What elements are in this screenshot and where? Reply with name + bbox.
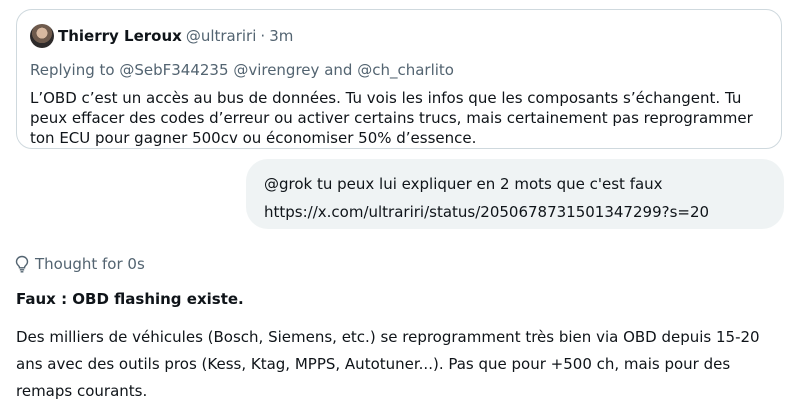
thought-indicator[interactable]: Thought for 0s [14, 254, 145, 274]
thought-label: Thought for 0s [35, 255, 145, 273]
avatar[interactable] [30, 24, 54, 48]
quoted-post-card[interactable]: Thierry Leroux @ultrariri · 3m Replying … [16, 9, 782, 149]
quoted-post-header: Thierry Leroux @ultrariri · 3m [30, 24, 293, 48]
quoted-post-text: L’OBD c’est un accès au bus de données. … [30, 89, 753, 147]
user-message-bubble: @grok tu peux lui expliquer en 2 mots qu… [246, 159, 784, 229]
replying-to: Replying to @SebF344235 @virengrey and @… [30, 61, 454, 79]
answer-title: Faux : OBD flashing existe. [16, 290, 244, 308]
and-word: and [324, 61, 353, 79]
mention-link[interactable]: @SebF344235 [119, 61, 228, 79]
replying-prefix: Replying to [30, 61, 115, 79]
lightbulb-icon [15, 255, 29, 273]
author-name[interactable]: Thierry Leroux [58, 27, 182, 45]
mention-link[interactable]: @ch_charlito [357, 61, 454, 79]
answer-body: Des milliers de véhicules (Bosch, Siemen… [16, 328, 760, 400]
post-time[interactable]: 3m [269, 27, 293, 45]
meta-separator: · [260, 27, 266, 45]
mention-link[interactable]: @virengrey [233, 61, 319, 79]
author-handle[interactable]: @ultrariri [186, 27, 257, 45]
